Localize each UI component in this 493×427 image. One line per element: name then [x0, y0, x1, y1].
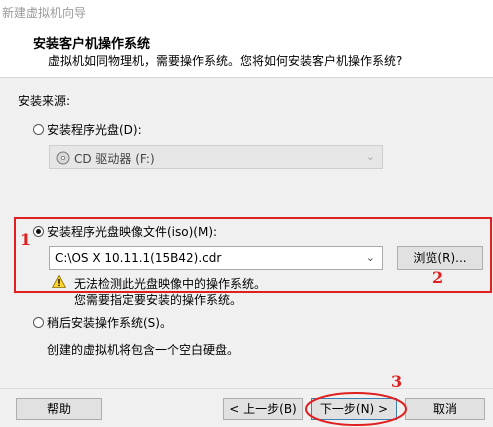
annotation-number-1: 1 [20, 230, 32, 249]
source-label: 安装来源: [18, 94, 71, 108]
warning-icon [51, 274, 67, 291]
chevron-down-icon: ⌄ [365, 251, 375, 264]
window-title: 新建虚拟机向导 [0, 0, 493, 26]
disc-drive-select[interactable]: CD 驱动器 (F:) ⌄ [49, 145, 383, 169]
footer-divider [0, 388, 493, 389]
page-title: 安装客户机操作系统 [33, 37, 151, 52]
iso-hint-text: 您需要指定要安装的操作系统。 [74, 293, 243, 307]
radio-installer-disc-label[interactable]: 安装程序光盘(D): [47, 121, 142, 138]
next-button[interactable]: 下一步(N) > [311, 398, 397, 420]
chevron-down-icon: ⌄ [365, 150, 375, 163]
radio-install-later[interactable] [33, 317, 44, 328]
install-later-description: 创建的虚拟机将包含一个空白硬盘。 [47, 343, 240, 357]
disc-drive-value: CD 驱动器 (F:) [74, 152, 155, 166]
page-subtitle: 虚拟机如同物理机，需要操作系统。您将如何安装客户机操作系统? [48, 54, 403, 68]
help-button[interactable]: 帮助 [16, 398, 102, 420]
annotation-number-2: 2 [432, 268, 444, 287]
annotation-number-3: 3 [391, 372, 403, 391]
radio-installer-disc[interactable] [33, 124, 44, 135]
back-button[interactable]: < 上一步(B) [223, 398, 303, 420]
browse-button[interactable]: 浏览(R)... [397, 246, 483, 270]
disc-icon [56, 151, 70, 168]
radio-installer-iso-label[interactable]: 安装程序光盘映像文件(iso)(M): [47, 223, 217, 240]
iso-warning-text: 无法检测此光盘映像中的操作系统。 [74, 277, 267, 291]
iso-path-input[interactable]: C:\OS X 10.11.1(15B42).cdr ⌄ [49, 246, 383, 270]
iso-path-value: C:\OS X 10.11.1(15B42).cdr [55, 251, 222, 265]
cancel-button[interactable]: 取消 [405, 398, 485, 420]
wizard-header: 安装客户机操作系统 虚拟机如同物理机，需要操作系统。您将如何安装客户机操作系统? [0, 26, 493, 78]
radio-installer-iso[interactable] [33, 226, 44, 237]
radio-install-later-label[interactable]: 稍后安装操作系统(S)。 [47, 314, 172, 331]
